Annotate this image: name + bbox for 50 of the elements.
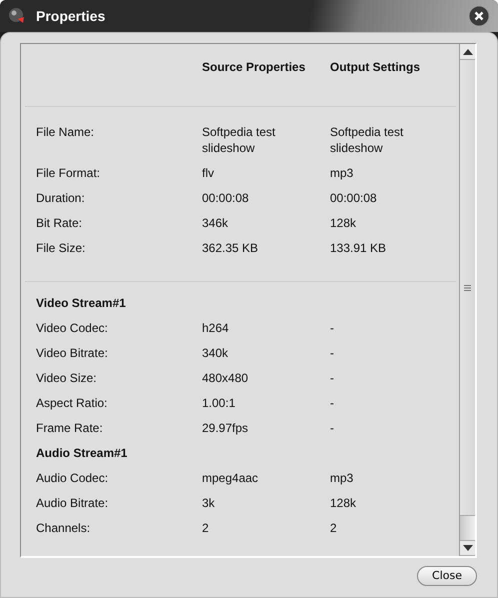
source-value: 29.97fps [202,420,250,436]
source-value: 480x480 [202,370,250,386]
property-label: Channels: [36,520,92,536]
up-arrow-icon[interactable] [462,48,472,54]
section-heading: Audio Stream#1 [35,444,128,462]
output-value: mp3 [330,470,354,486]
grip-icon [464,284,471,290]
property-label: Aspect Ratio: [36,394,108,410]
output-value: 128k [330,214,358,230]
property-label: File Format: [36,164,102,180]
source-value: 1.00:1 [202,394,236,410]
output-value: - [330,394,335,410]
app-icon [8,7,26,25]
property-label: File Name: [36,124,96,140]
section-heading: Video Stream#1 [35,294,127,312]
source-value: flv [202,164,215,180]
source-value: 346k [202,214,230,230]
source-value: 3k [202,494,216,510]
output-value: Softpedia test slideshow [330,124,404,156]
close-button[interactable]: Close [417,566,477,586]
output-value: 00:00:08 [330,190,378,206]
column-header: Output Settings [330,59,421,76]
source-value: Softpedia test slideshow [202,124,276,156]
output-value: - [330,344,335,360]
output-value: - [330,320,335,336]
output-value: 133.91 KB [330,240,388,256]
output-value: mp3 [330,164,354,180]
output-value: - [330,420,335,436]
close-icon[interactable] [468,5,490,27]
source-value: 362.35 KB [202,240,260,256]
property-label: Bit Rate: [36,214,84,230]
output-value: - [330,370,335,386]
window-title: Properties [36,6,106,26]
property-label: Video Codec: [36,320,109,336]
output-value: 2 [330,520,338,536]
property-label: Frame Rate: [36,420,104,436]
column-header: Source Properties [202,59,306,76]
property-label: Video Bitrate: [36,344,109,360]
source-value: h264 [202,320,230,336]
source-value: 2 [202,520,210,536]
source-value: 00:00:08 [202,190,250,206]
property-label: Audio Codec: [36,470,110,486]
property-label: Audio Bitrate: [36,494,110,510]
property-label: File Size: [36,240,86,256]
source-value: 340k [202,344,230,360]
property-label: Video Size: [36,370,98,386]
source-value: mpeg4aac [202,470,260,486]
property-label: Duration: [36,190,86,206]
down-arrow-icon[interactable] [462,545,472,551]
output-value: 128k [330,494,358,510]
